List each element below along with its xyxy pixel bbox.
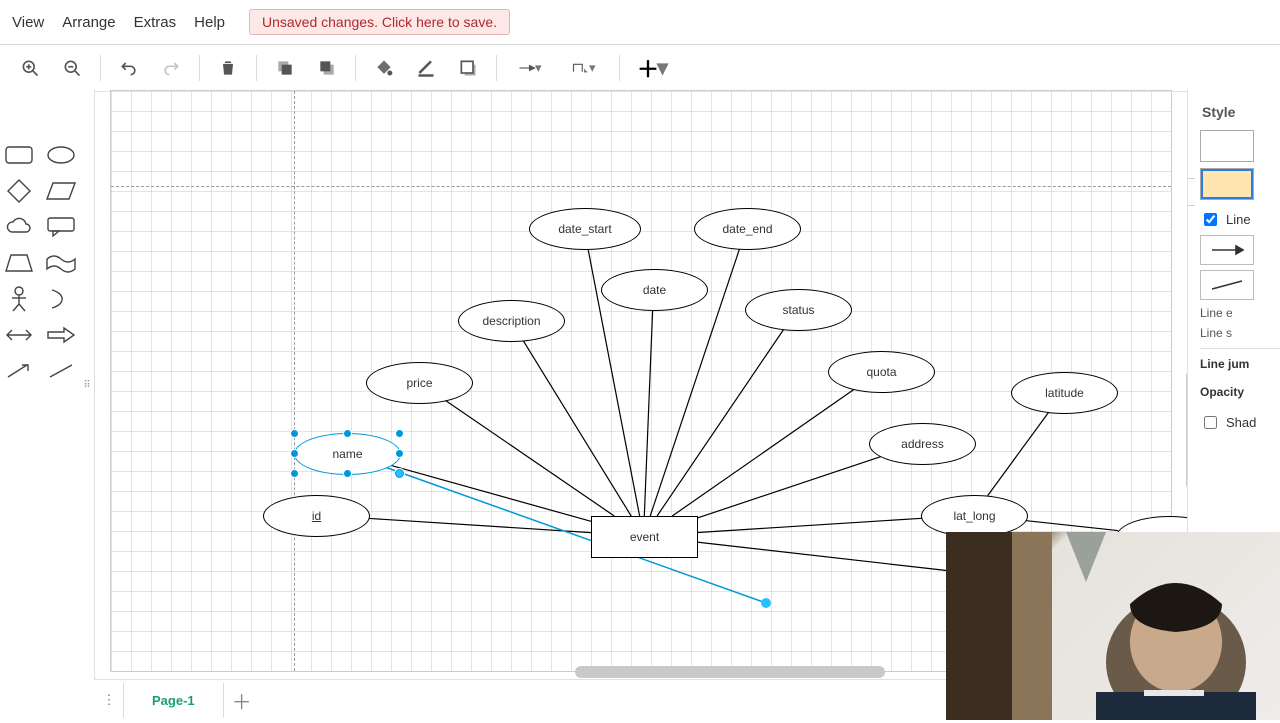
node-date[interactable]: date (601, 269, 708, 311)
node-id[interactable]: id (263, 495, 370, 537)
node-quota[interactable]: quota (828, 351, 935, 393)
line-checkbox[interactable] (1204, 213, 1217, 226)
shape-actor[interactable] (1, 284, 37, 314)
node-date_end[interactable]: date_end (694, 208, 801, 250)
to-front-icon[interactable] (267, 50, 303, 86)
node-status[interactable]: status (745, 289, 852, 331)
zoom-in-icon[interactable] (12, 50, 48, 86)
menu-view[interactable]: View (12, 14, 44, 31)
line-style-button[interactable] (1200, 270, 1254, 300)
waypoint-style-icon[interactable]: ▾ (561, 50, 609, 86)
toolbar: ▾ ▾ ＋▾ (0, 45, 1280, 92)
line-end-label: Line e (1200, 306, 1280, 320)
undo-icon[interactable] (111, 50, 147, 86)
opacity-label: Opacity (1200, 385, 1280, 399)
shape-diamond[interactable] (1, 176, 37, 206)
zoom-out-icon[interactable] (54, 50, 90, 86)
scrollbar-horizontal[interactable] (575, 666, 885, 678)
insert-icon[interactable]: ＋▾ (630, 50, 674, 86)
connection-style-icon[interactable]: ▾ (507, 50, 555, 86)
shape-line-arrow[interactable] (1, 356, 37, 386)
line-jump-label: Line jum (1200, 357, 1280, 371)
shape-bidir-arrow[interactable] (1, 320, 37, 350)
shape-trapezoid[interactable] (1, 248, 37, 278)
fill-swatch-cream[interactable] (1200, 168, 1254, 200)
line-end-arrow-button[interactable] (1200, 235, 1254, 265)
menu-extras[interactable]: Extras (134, 14, 177, 31)
menubar: View Arrange Extras Help Unsaved changes… (0, 0, 1280, 45)
shape-ellipse[interactable] (43, 140, 79, 170)
shapes-panel (0, 90, 81, 680)
node-lat_long[interactable]: lat_long (921, 495, 1028, 537)
node-date_start[interactable]: date_start (529, 208, 641, 250)
node-event[interactable]: event (591, 516, 698, 558)
unsaved-changes-button[interactable]: Unsaved changes. Click here to save. (249, 9, 510, 35)
line-start-label: Line s (1200, 326, 1280, 340)
line-label: Line (1226, 212, 1251, 227)
menu-help[interactable]: Help (194, 14, 225, 31)
shadow-label: Shad (1226, 415, 1256, 430)
webcam-overlay (946, 532, 1280, 720)
page-menu-icon[interactable]: ⋮ (95, 692, 123, 708)
shadow-checkbox[interactable] (1204, 416, 1217, 429)
fill-color-icon[interactable] (366, 50, 402, 86)
node-description[interactable]: description (458, 300, 565, 342)
shape-cloud[interactable] (1, 212, 37, 242)
node-latitude[interactable]: latitude (1011, 372, 1118, 414)
fill-swatch-white[interactable] (1200, 130, 1254, 162)
shape-line[interactable] (43, 356, 79, 386)
shape-rounded-rect[interactable] (1, 140, 37, 170)
shape-arrow-thick[interactable] (43, 320, 79, 350)
add-page-button[interactable]: ＋ (224, 686, 260, 715)
to-back-icon[interactable] (309, 50, 345, 86)
menu-arrange[interactable]: Arrange (62, 14, 115, 31)
redo-icon[interactable] (153, 50, 189, 86)
node-price[interactable]: price (366, 362, 473, 404)
shape-wave[interactable] (43, 248, 79, 278)
shape-parallelogram[interactable] (43, 176, 79, 206)
node-address[interactable]: address (869, 423, 976, 465)
delete-icon[interactable] (210, 50, 246, 86)
panel-resize-handle[interactable]: ⠿ (80, 90, 95, 680)
collapse-format-panel-icon[interactable]: ‹ (1187, 178, 1195, 206)
page-tab-1[interactable]: Page-1 (123, 683, 224, 718)
shape-callout[interactable] (43, 212, 79, 242)
shape-arc[interactable] (43, 284, 79, 314)
style-header: Style (1202, 104, 1280, 120)
shadow-icon[interactable] (450, 50, 486, 86)
line-color-icon[interactable] (408, 50, 444, 86)
